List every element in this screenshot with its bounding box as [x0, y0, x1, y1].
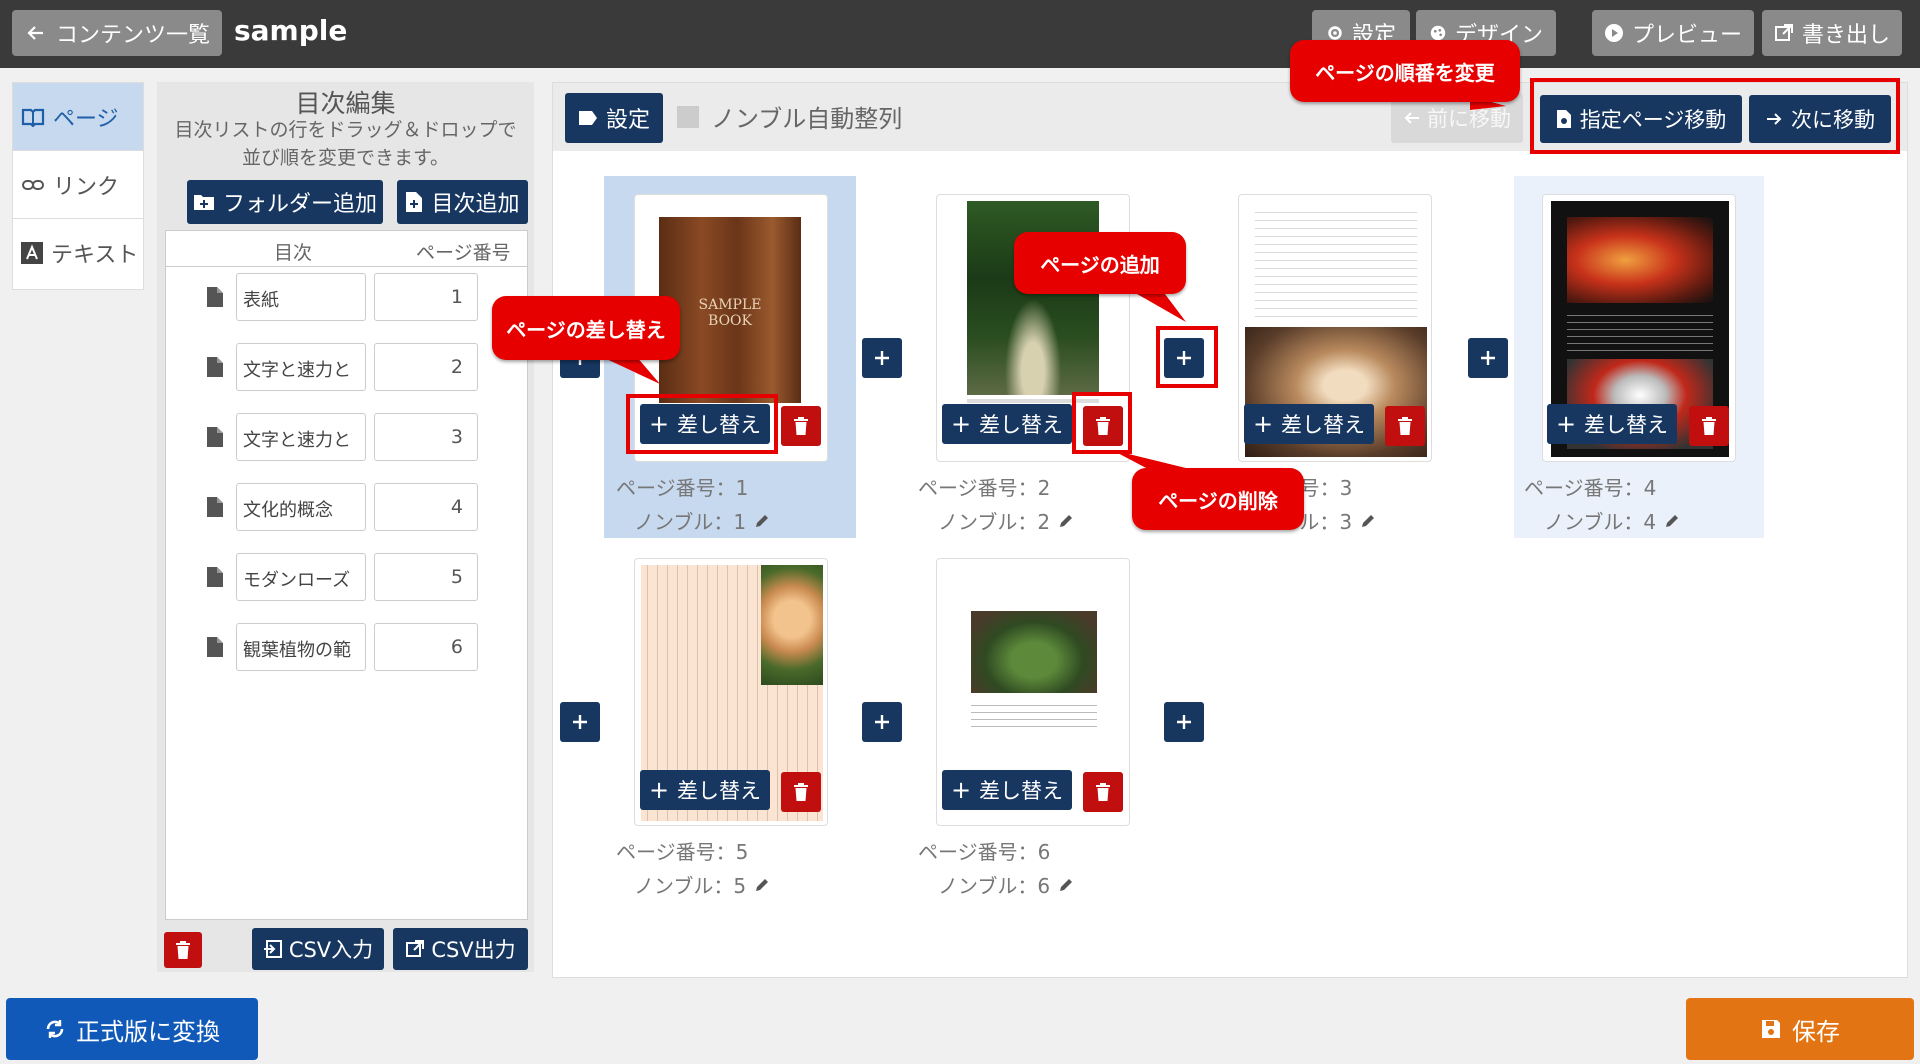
- save-label: 保存: [1792, 1017, 1840, 1046]
- save-button[interactable]: 保存: [1686, 998, 1914, 1060]
- floppy-disk-icon: [1760, 1018, 1782, 1040]
- convert-to-release-label: 正式版に変換: [76, 1017, 220, 1046]
- callout-reorder: ページの順番を変更: [1290, 40, 1520, 102]
- callout-delete: ページの削除: [1132, 468, 1304, 530]
- footer-bar: 正式版に変換 保存: [0, 990, 1920, 1064]
- sync-icon: [44, 1018, 66, 1040]
- callout-pointers: [600, 96, 1506, 470]
- callout-add: ページの追加: [1014, 232, 1186, 294]
- callout-replace: ページの差し替え: [492, 296, 680, 360]
- convert-to-release-button[interactable]: 正式版に変換: [6, 998, 258, 1060]
